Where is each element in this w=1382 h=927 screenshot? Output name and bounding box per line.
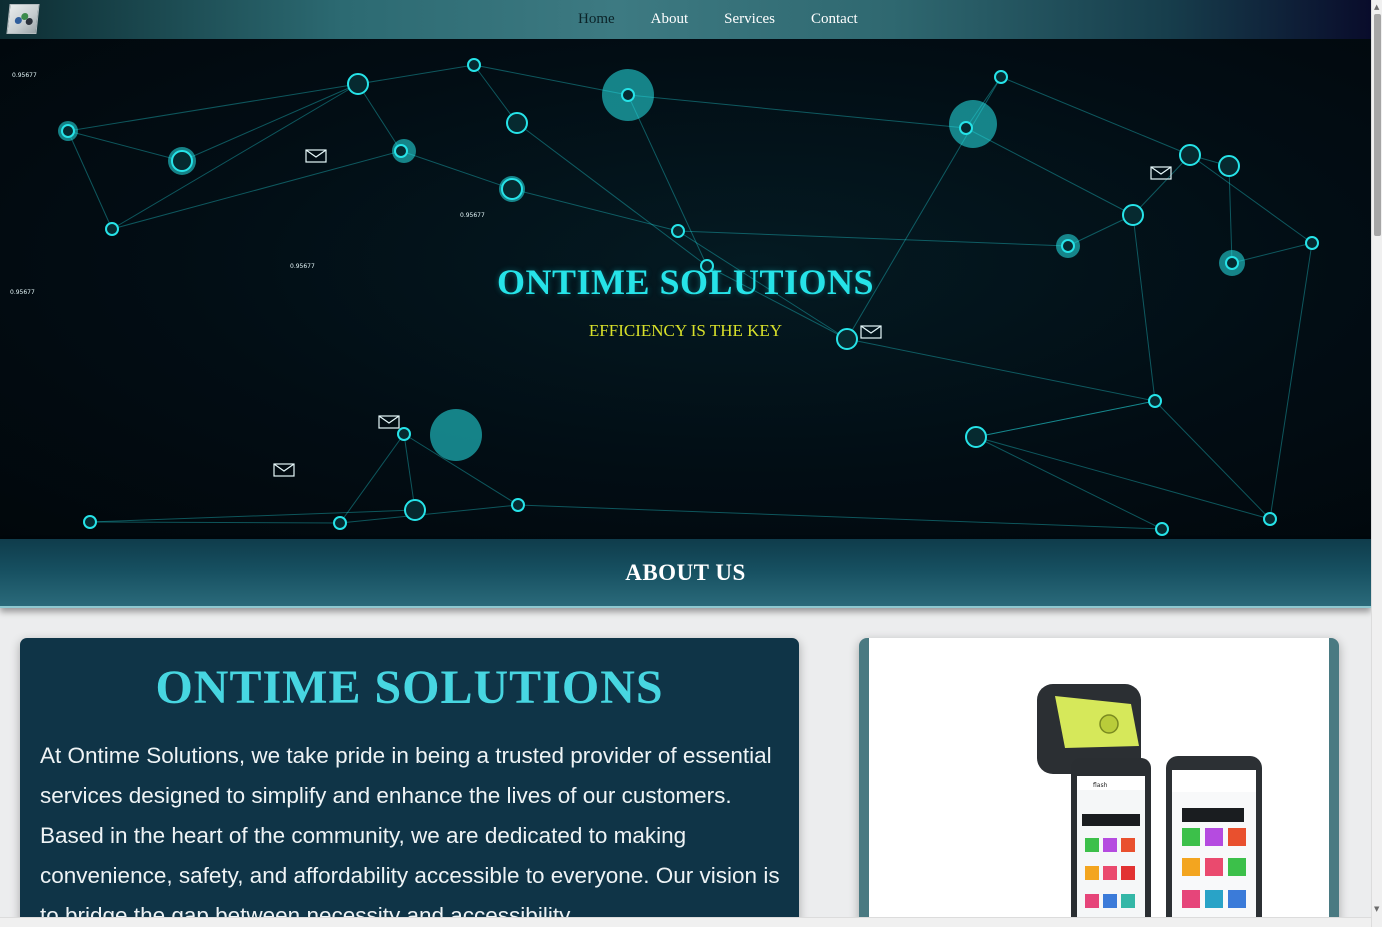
network-edge (511, 188, 679, 232)
page: Home About Services Contact 0.95677 0.956… (0, 0, 1371, 927)
scroll-down-arrow-icon[interactable]: ▼ (1374, 905, 1379, 913)
company-logo-icon[interactable] (6, 4, 40, 34)
network-edge (89, 521, 341, 524)
nav-links: Home About Services Contact (578, 11, 858, 28)
network-node (105, 222, 119, 236)
nav-contact-link[interactable]: Contact (811, 11, 858, 28)
network-node (333, 516, 347, 530)
network-edge (400, 150, 513, 190)
envelope-flap (378, 415, 400, 424)
network-edge (627, 94, 967, 129)
network-node (1263, 512, 1277, 526)
network-node (501, 178, 523, 200)
network-edge (965, 127, 1134, 216)
about-section-header: ABOUT US (0, 539, 1371, 608)
image-card: flash (859, 638, 1339, 927)
terminal-brand-text: flash (1093, 782, 1108, 789)
scrollbar-thumb[interactable] (1374, 14, 1381, 236)
envelope-flap (273, 463, 295, 472)
scroll-up-arrow-icon[interactable]: ▲ (1374, 3, 1379, 11)
network-node (621, 88, 635, 102)
network-edge (357, 83, 402, 152)
network-edge (846, 338, 1156, 402)
network-node (1305, 236, 1319, 250)
network-node (1155, 522, 1169, 536)
network-edge (67, 130, 183, 162)
network-edge (1154, 400, 1271, 520)
logo-mark (14, 13, 34, 25)
network-edge (67, 130, 113, 230)
network-edge (339, 433, 405, 524)
network-node (394, 144, 408, 158)
network-node (347, 73, 369, 95)
network-edge (677, 230, 1069, 247)
network-node (671, 224, 685, 238)
about-heading: ABOUT US (625, 560, 746, 585)
product-image: flash (869, 638, 1329, 927)
network-edge (1189, 154, 1313, 244)
network-edge (975, 400, 1156, 438)
network-node (83, 515, 97, 529)
network-node (171, 150, 193, 172)
node-value-label: 0.95677 (460, 212, 485, 219)
envelope-flap (305, 149, 327, 158)
payment-terminal-and-phone-image: flash (1037, 684, 1262, 927)
network-edge (1228, 165, 1233, 264)
network-node (1122, 204, 1144, 226)
network-node (1179, 144, 1201, 166)
navbar: Home About Services Contact (0, 0, 1371, 39)
network-edge (403, 433, 416, 511)
glow-dot (949, 100, 997, 148)
horizontal-scrollbar[interactable] (0, 917, 1371, 927)
network-node (467, 58, 481, 72)
nav-about-link[interactable]: About (651, 11, 689, 28)
about-card: ONTIME SOLUTIONS At Ontime Solutions, we… (20, 638, 799, 927)
envelope-flap (1150, 166, 1172, 175)
network-node (965, 426, 987, 448)
network-edge (1132, 214, 1156, 402)
network-edge (339, 504, 519, 524)
network-node (1148, 394, 1162, 408)
nav-home-link[interactable]: Home (578, 11, 615, 28)
vertical-scrollbar[interactable]: ▲ ▼ (1371, 0, 1382, 927)
network-edge (1132, 154, 1191, 216)
about-card-title: ONTIME SOLUTIONS (155, 661, 664, 714)
network-node (61, 124, 75, 138)
about-card-body: At Ontime Solutions, we take pride in be… (40, 743, 780, 927)
network-edge (975, 436, 1163, 530)
network-edge (1000, 76, 1191, 156)
network-edge (111, 150, 402, 230)
glow-dot (430, 409, 482, 461)
nav-services-link[interactable]: Services (724, 11, 775, 28)
payment-terminal-icon: flash (1037, 684, 1151, 927)
hero-tagline: EFFICIENCY IS THE KEY (588, 321, 783, 340)
hero-title: ONTIME SOLUTIONS (496, 262, 875, 302)
network-edge (516, 122, 708, 267)
network-edge (517, 504, 1163, 530)
hero-banner: 0.95677 0.95677 0.95677 0.95677 ONTIME SOLU… (0, 39, 1371, 539)
network-edge (181, 83, 359, 162)
network-node (959, 121, 973, 135)
network-edge (111, 83, 359, 230)
smartphone-icon (1166, 756, 1262, 927)
node-value-label: 0.95677 (12, 72, 37, 79)
network-node (511, 498, 525, 512)
network-node (506, 112, 528, 134)
network-node (397, 427, 411, 441)
network-edge (357, 64, 475, 85)
network-edge (67, 83, 359, 132)
network-node (1061, 239, 1075, 253)
network-edge (975, 436, 1271, 520)
network-node (404, 499, 426, 521)
network-node (1218, 155, 1240, 177)
network-edge (627, 94, 708, 267)
network-node (994, 70, 1008, 84)
